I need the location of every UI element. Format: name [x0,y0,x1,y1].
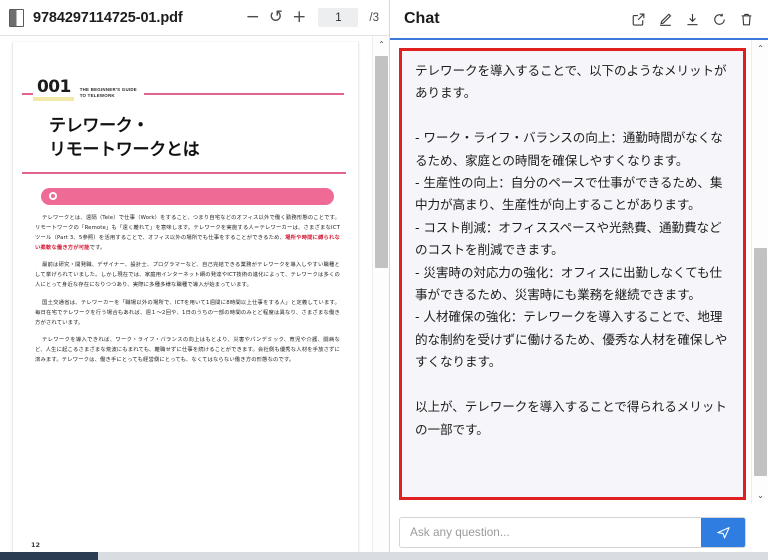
chat-input[interactable] [400,517,701,547]
page-title: テレワーク・ リモートワークとは [49,114,358,162]
chapter-subtitle-line1: THE BEGINNER'S GUIDE [79,87,137,93]
share-icon[interactable] [631,12,646,27]
page-number-input[interactable] [318,8,359,27]
pdf-vertical-scrollbar[interactable]: ⌃ ⌄ [372,36,389,560]
title-underline [22,172,346,174]
pdf-viewer-pane: 9784297114725-01.pdf − ↺ + /3 001 THE BE… [0,0,390,560]
pdf-paragraph: テレワークを導入できれば、ワーク・ライフ・バランスの向上はもとより、災害やパンデ… [35,335,340,365]
lead-callout-bar [41,187,334,205]
bottom-strip-grey-segment [98,552,768,560]
pdf-text-run: 国土交通省は、テレワーカーを「職場以外の場所で、ICTを用いて1週間に8時間以上… [35,299,340,326]
app-root: 9784297114725-01.pdf − ↺ + /3 001 THE BE… [0,0,768,560]
chapter-rule-left [22,93,33,95]
pdf-filename: 9784297114725-01.pdf [33,9,183,26]
chat-header: Chat [390,0,768,38]
chat-pane: Chat テレワークを導入することで、以下のようなメリットがあります。 - ワー… [390,0,768,560]
zoom-out-button[interactable]: − [245,9,261,26]
chat-scroll-up-arrow-icon[interactable]: ⌃ [752,40,768,57]
chat-message-area[interactable]: テレワークを導入することで、以下のようなメリットがあります。 - ワーク・ライフ… [390,40,768,504]
pdf-scroll-area[interactable]: 001 THE BEGINNER'S GUIDE TO TELEWORK テレワ… [0,36,389,560]
chat-message-text: テレワークを導入することで、以下のようなメリットがあります。 - ワーク・ライフ… [415,63,728,437]
chapter-rule-right [143,93,344,95]
document-icon [9,8,24,27]
page-total-label: /3 [369,11,379,24]
pdf-paragraph: テレワークとは、遠隔（Tele）で仕事（Work）をすること、つまり自宅などのオ… [35,213,340,254]
chat-title: Chat [404,10,440,27]
pdf-scrollbar-thumb[interactable] [375,56,388,268]
rotate-reset-button[interactable]: ↺ [268,9,284,26]
scroll-up-arrow-icon[interactable]: ⌃ [373,36,389,53]
window-bottom-strip [0,552,768,560]
pdf-text-run: です。 [89,245,106,252]
page-folio-number: 12 [31,541,41,549]
refresh-icon[interactable] [712,12,727,27]
chat-message-highlight-box: テレワークを導入することで、以下のようなメリットがあります。 - ワーク・ライフ… [399,48,746,500]
bottom-strip-dark-segment [0,552,98,560]
chapter-subtitle-en: THE BEGINNER'S GUIDE TO TELEWORK [80,87,137,99]
chat-scroll-down-arrow-icon[interactable]: ⌄ [752,487,768,504]
pdf-page: 001 THE BEGINNER'S GUIDE TO TELEWORK テレワ… [12,42,359,560]
chapter-subtitle-line2: TO TELEWORK [79,93,115,99]
edit-icon[interactable] [658,12,673,27]
chat-input-wrapper [399,516,746,548]
page-title-line2: リモートワークとは [49,140,200,160]
pdf-toolbar: 9784297114725-01.pdf − ↺ + /3 [0,0,389,36]
chat-action-buttons [631,12,754,27]
trash-icon[interactable] [739,12,754,27]
download-icon[interactable] [685,12,700,27]
pdf-paragraph: 最前は研究・開発職、デザイナー、設計士、プログラマーなど、自己完結できる業務がテ… [35,260,340,290]
chat-vertical-scrollbar[interactable]: ⌃ ⌄ [751,40,768,504]
chat-scrollbar-thumb[interactable] [754,248,767,476]
bullet-dot-icon [49,192,57,201]
chapter-header: 001 THE BEGINNER'S GUIDE TO TELEWORK [22,79,344,101]
pdf-zoom-controls: − ↺ + /3 [245,8,379,27]
pdf-text-run: 最前は研究・開発職、デザイナー、設計士、プログラマーなど、自己完結できる業務がテ… [35,262,340,289]
send-button[interactable] [701,517,745,547]
pdf-body-text: テレワークとは、遠隔（Tele）で仕事（Work）をすること、つまり自宅などのオ… [35,213,340,366]
zoom-in-button[interactable]: + [291,9,307,26]
page-title-line1: テレワーク・ [49,116,149,135]
pdf-text-run: テレワークを導入できれば、ワーク・ライフ・バランスの向上はもとより、災害やパンデ… [35,337,340,364]
chapter-number: 001 [33,79,74,101]
pdf-paragraph: 国土交通省は、テレワーカーを「職場以外の場所で、ICTを用いて1週間に8時間以上… [35,298,340,328]
